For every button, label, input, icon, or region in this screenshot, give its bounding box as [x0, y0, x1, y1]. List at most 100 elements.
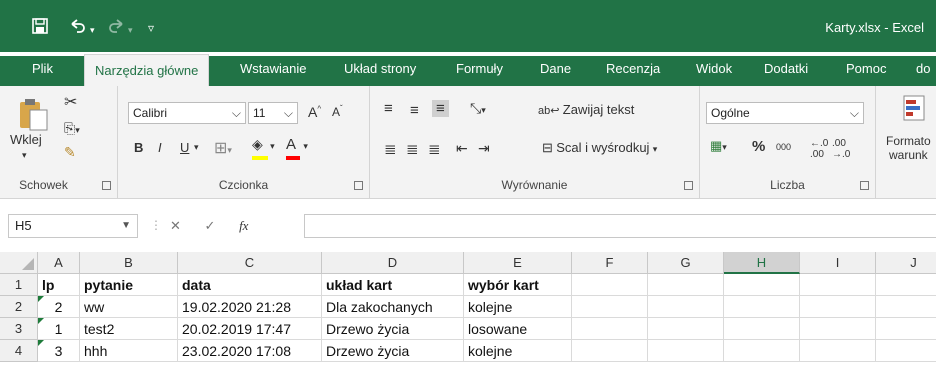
cell-a4[interactable]: 3 — [38, 340, 80, 362]
wrap-text-button[interactable]: ab↩ Zawijaj tekst — [538, 102, 634, 117]
cell-j1[interactable] — [876, 274, 936, 296]
cell-e1[interactable]: wybór kart — [464, 274, 572, 296]
cell-a1[interactable]: lp — [38, 274, 80, 296]
cell-c3[interactable]: 20.02.2019 17:47 — [178, 318, 322, 340]
redo-icon[interactable] — [108, 18, 126, 38]
comma-style-button[interactable]: 000 — [776, 142, 791, 152]
cell-b4[interactable]: hhh — [80, 340, 178, 362]
row-header[interactable]: 2 — [0, 296, 38, 318]
alignment-launcher-icon[interactable] — [684, 181, 693, 190]
merge-center-button[interactable]: ⊟ Scal i wyśrodkuj ▾ — [542, 140, 657, 156]
cell-d1[interactable]: układ kart — [322, 274, 464, 296]
cut-icon[interactable]: ✂ — [64, 92, 77, 112]
font-size-combo[interactable]: 11 ⌵ — [248, 102, 298, 124]
cell-i1[interactable] — [800, 274, 876, 296]
cell-c1[interactable]: data — [178, 274, 322, 296]
undo-icon[interactable] — [68, 18, 86, 38]
bold-button[interactable]: B — [134, 140, 143, 155]
conditional-formatting-button[interactable]: Formato warunk — [886, 134, 931, 162]
orientation-icon[interactable]: ⤡▾ — [470, 100, 486, 117]
column-header-a[interactable]: A — [38, 252, 80, 274]
shrink-font-button[interactable]: Aˇ — [332, 104, 343, 119]
name-box-dropdown-icon[interactable]: ▼ — [121, 215, 131, 237]
align-middle-icon[interactable]: ≡ — [410, 102, 419, 119]
column-header-g[interactable]: G — [648, 252, 724, 274]
cell-h3[interactable] — [724, 318, 800, 340]
cell-f1[interactable] — [572, 274, 648, 296]
font-launcher-icon[interactable] — [354, 181, 363, 190]
grow-font-button[interactable]: A^ — [308, 104, 321, 120]
cell-b2[interactable]: ww — [80, 296, 178, 318]
select-all-corner[interactable] — [0, 252, 38, 274]
increase-decimal-icon[interactable]: ←.0.00 — [810, 138, 828, 160]
column-header-f[interactable]: F — [572, 252, 648, 274]
cell-f3[interactable] — [572, 318, 648, 340]
conditional-formatting-icon[interactable] — [902, 94, 926, 125]
borders-icon[interactable]: ⊞▾ — [214, 138, 232, 158]
row-header[interactable]: 1 — [0, 274, 38, 296]
cell-g1[interactable] — [648, 274, 724, 296]
tab-overflow[interactable]: do — [906, 56, 936, 86]
tab-page-layout[interactable]: Układ strony — [334, 56, 426, 86]
column-header-b[interactable]: B — [80, 252, 178, 274]
cell-e3[interactable]: losowane — [464, 318, 572, 340]
underline-dropdown-icon[interactable]: ▾ — [194, 142, 199, 153]
cell-a2[interactable]: 2 — [38, 296, 80, 318]
cell-b3[interactable]: test2 — [80, 318, 178, 340]
column-header-h[interactable]: H — [724, 252, 800, 274]
cell-j4[interactable] — [876, 340, 936, 362]
align-right-icon[interactable]: ≣ — [428, 140, 441, 158]
percent-style-button[interactable]: % — [752, 138, 765, 155]
row-header[interactable]: 3 — [0, 318, 38, 340]
tab-formulas[interactable]: Formuły — [446, 56, 513, 86]
cell-e4[interactable]: kolejne — [464, 340, 572, 362]
tab-file[interactable]: Plik — [22, 56, 63, 86]
number-format-combo[interactable]: Ogólne ⌵ — [706, 102, 864, 124]
cell-c2[interactable]: 19.02.2020 21:28 — [178, 296, 322, 318]
cell-d4[interactable]: Drzewo życia — [322, 340, 464, 362]
cell-j2[interactable] — [876, 296, 936, 318]
cell-j3[interactable] — [876, 318, 936, 340]
row-header[interactable]: 4 — [0, 340, 38, 362]
cell-g2[interactable] — [648, 296, 724, 318]
cell-e2[interactable]: kolejne — [464, 296, 572, 318]
fill-color-button[interactable]: ◈ ▾ — [252, 136, 275, 160]
number-launcher-icon[interactable] — [860, 181, 869, 190]
cell-g4[interactable] — [648, 340, 724, 362]
tab-home[interactable]: Narzędzia główne — [84, 54, 210, 88]
align-bottom-icon[interactable]: ≡ — [432, 100, 449, 117]
cell-f4[interactable] — [572, 340, 648, 362]
name-box[interactable]: H5 ▼ — [8, 214, 138, 238]
insert-function-icon[interactable]: fx — [239, 218, 248, 233]
align-top-icon[interactable]: ≡ — [384, 100, 393, 117]
cell-i3[interactable] — [800, 318, 876, 340]
tab-help[interactable]: Pomoc — [836, 56, 896, 86]
cell-f2[interactable] — [572, 296, 648, 318]
decrease-decimal-icon[interactable]: .00 →.0 — [832, 138, 850, 160]
tab-review[interactable]: Recenzja — [596, 56, 670, 86]
cell-h2[interactable] — [724, 296, 800, 318]
customize-qat-icon[interactable]: ▿ — [148, 20, 154, 36]
accounting-format-icon[interactable]: ▦▾ — [710, 138, 727, 154]
cell-g3[interactable] — [648, 318, 724, 340]
font-name-combo[interactable]: Calibri ⌵ — [128, 102, 246, 124]
paste-dropdown-icon[interactable]: ▾ — [22, 150, 27, 161]
cell-h1[interactable] — [724, 274, 800, 296]
increase-indent-icon[interactable]: ⇥ — [478, 140, 490, 157]
cell-h4[interactable] — [724, 340, 800, 362]
cell-d2[interactable]: Dla zakochanych — [322, 296, 464, 318]
cell-i4[interactable] — [800, 340, 876, 362]
font-color-button[interactable]: A ▾ — [286, 136, 308, 160]
undo-dropdown-icon[interactable]: ▾ — [90, 22, 95, 38]
save-icon[interactable] — [32, 18, 48, 38]
tab-view[interactable]: Widok — [686, 56, 742, 86]
tab-addins[interactable]: Dodatki — [754, 56, 818, 86]
clipboard-launcher-icon[interactable] — [102, 181, 111, 190]
enter-icon[interactable]: ✓ — [205, 218, 216, 233]
align-left-icon[interactable]: ≣ — [384, 140, 397, 158]
cell-c4[interactable]: 23.02.2020 17:08 — [178, 340, 322, 362]
align-center-icon[interactable]: ≣ — [406, 140, 419, 158]
column-header-j[interactable]: J — [876, 252, 936, 274]
column-header-i[interactable]: I — [800, 252, 876, 274]
tab-insert[interactable]: Wstawianie — [230, 56, 316, 86]
